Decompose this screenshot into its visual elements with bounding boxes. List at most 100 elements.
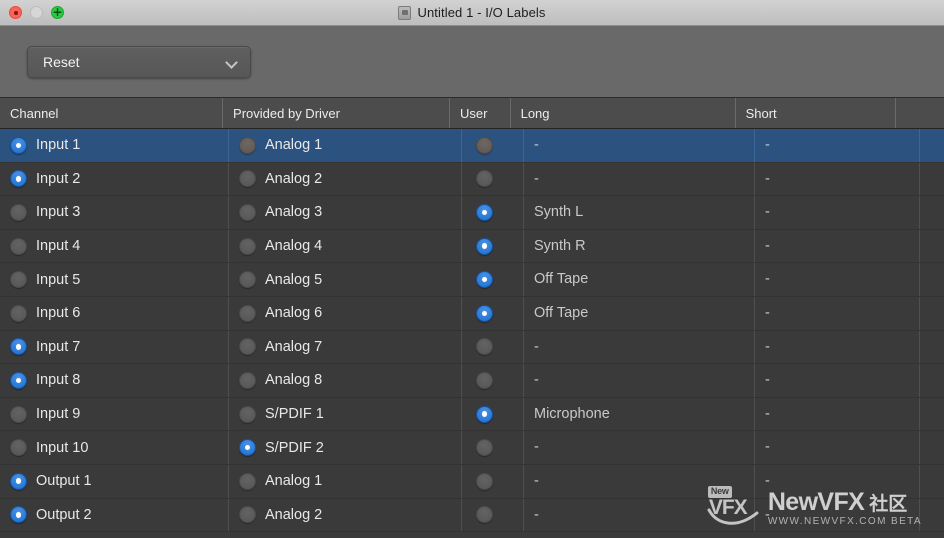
close-button[interactable] (9, 6, 22, 19)
channel-radio[interactable] (10, 338, 27, 356)
cell-driver[interactable]: Analog 2 (229, 498, 462, 532)
user-radio[interactable] (476, 439, 493, 457)
cell-user[interactable] (462, 263, 524, 296)
cell-user[interactable] (462, 162, 524, 196)
cell-channel[interactable]: Input 5 (0, 263, 229, 296)
driver-radio[interactable] (239, 472, 256, 490)
driver-radio[interactable] (239, 439, 256, 457)
column-header-driver[interactable]: Provided by Driver (223, 98, 450, 128)
table-row[interactable]: Input 2 Analog 2 - - (0, 162, 944, 197)
cell-user[interactable] (462, 431, 524, 464)
driver-radio[interactable] (239, 170, 256, 188)
cell-channel[interactable]: Input 7 (0, 330, 229, 364)
cell-driver[interactable]: Analog 6 (229, 296, 462, 330)
driver-radio[interactable] (239, 506, 256, 524)
cell-user[interactable] (462, 330, 524, 364)
cell-long[interactable]: Off Tape (524, 296, 755, 330)
driver-radio[interactable] (239, 136, 256, 154)
channel-radio[interactable] (10, 439, 27, 457)
channel-radio[interactable] (10, 405, 27, 423)
user-radio[interactable] (476, 338, 493, 356)
reset-popup-button[interactable]: Reset (27, 45, 251, 78)
cell-user[interactable] (462, 464, 524, 498)
driver-radio[interactable] (239, 405, 256, 423)
cell-long[interactable]: - (524, 162, 755, 196)
driver-radio[interactable] (239, 237, 256, 255)
channel-radio[interactable] (10, 136, 27, 154)
user-radio[interactable] (476, 371, 493, 389)
cell-channel[interactable]: Input 9 (0, 397, 229, 431)
user-radio[interactable] (476, 506, 493, 524)
channel-radio[interactable] (10, 170, 27, 188)
driver-radio[interactable] (239, 271, 256, 289)
cell-channel[interactable]: Input 1 (0, 129, 229, 162)
channel-radio[interactable] (10, 371, 27, 389)
cell-short[interactable]: - (755, 364, 920, 397)
cell-long[interactable]: - (524, 129, 755, 162)
cell-driver[interactable]: S/PDIF 1 (229, 397, 462, 431)
cell-long[interactable]: - (524, 364, 755, 397)
column-header-long[interactable]: Long (511, 98, 736, 128)
cell-long[interactable]: - (524, 464, 755, 498)
table-row[interactable]: Input 1 Analog 1 - - (0, 129, 944, 163)
table-row[interactable]: Input 8 Analog 8 - - (0, 364, 944, 398)
table-row[interactable]: Input 9 S/PDIF 1 Microphone - (0, 397, 944, 432)
column-header-channel[interactable]: Channel (0, 98, 224, 128)
cell-short[interactable]: - (755, 229, 920, 263)
cell-long[interactable]: Off Tape (524, 263, 755, 296)
cell-driver[interactable]: Analog 2 (229, 162, 462, 196)
cell-driver[interactable]: Analog 4 (229, 229, 462, 263)
cell-short[interactable]: - (755, 263, 920, 296)
table-row[interactable]: Input 7 Analog 7 - - (0, 330, 944, 365)
channel-radio[interactable] (10, 203, 27, 221)
cell-short[interactable]: - (755, 162, 920, 196)
user-radio[interactable] (476, 203, 493, 221)
cell-short[interactable]: - (755, 397, 920, 431)
cell-driver[interactable]: Analog 5 (229, 263, 462, 296)
channel-radio[interactable] (10, 271, 27, 289)
cell-driver[interactable]: Analog 1 (229, 129, 462, 162)
cell-channel[interactable]: Input 3 (0, 196, 229, 229)
table-row[interactable]: Input 5 Analog 5 Off Tape - (0, 263, 944, 297)
user-radio[interactable] (476, 472, 493, 490)
table-row[interactable]: Input 6 Analog 6 Off Tape - (0, 296, 944, 331)
cell-driver[interactable]: S/PDIF 2 (229, 431, 462, 464)
cell-user[interactable] (462, 364, 524, 397)
cell-long[interactable]: - (524, 330, 755, 364)
driver-radio[interactable] (239, 338, 256, 356)
driver-radio[interactable] (239, 203, 256, 221)
channel-radio[interactable] (10, 506, 27, 524)
table-row[interactable]: Input 10 S/PDIF 2 - - (0, 431, 944, 465)
table-row[interactable]: Output 1 Analog 1 - - (0, 464, 944, 499)
cell-user[interactable] (462, 498, 524, 532)
table-row[interactable]: Input 3 Analog 3 Synth L - (0, 196, 944, 230)
cell-channel[interactable]: Input 4 (0, 229, 229, 263)
cell-long[interactable]: - (524, 431, 755, 464)
cell-short[interactable]: - (755, 464, 920, 498)
column-header-user[interactable]: User (450, 98, 511, 128)
cell-short[interactable]: - (755, 296, 920, 330)
cell-short[interactable]: - (755, 330, 920, 364)
cell-short[interactable]: - (755, 129, 920, 162)
channel-radio[interactable] (10, 472, 27, 490)
user-radio[interactable] (476, 304, 493, 322)
cell-channel[interactable]: Output 1 (0, 464, 229, 498)
table-row[interactable]: Output 2 Analog 2 - - (0, 498, 944, 533)
cell-user[interactable] (462, 196, 524, 229)
cell-long[interactable]: Microphone (524, 397, 755, 431)
user-radio[interactable] (476, 170, 493, 188)
cell-user[interactable] (462, 397, 524, 431)
user-radio[interactable] (476, 271, 493, 289)
cell-channel[interactable]: Output 2 (0, 498, 229, 532)
table-row[interactable]: Input 4 Analog 4 Synth R - (0, 229, 944, 264)
cell-long[interactable]: Synth R (524, 229, 755, 263)
minimize-button[interactable] (30, 6, 43, 19)
cell-short[interactable]: - (755, 196, 920, 229)
cell-driver[interactable]: Analog 7 (229, 330, 462, 364)
column-header-short[interactable]: Short (736, 98, 897, 128)
user-radio[interactable] (476, 405, 493, 423)
cell-channel[interactable]: Input 2 (0, 162, 229, 196)
driver-radio[interactable] (239, 371, 256, 389)
cell-driver[interactable]: Analog 1 (229, 464, 462, 498)
channel-radio[interactable] (10, 237, 27, 255)
